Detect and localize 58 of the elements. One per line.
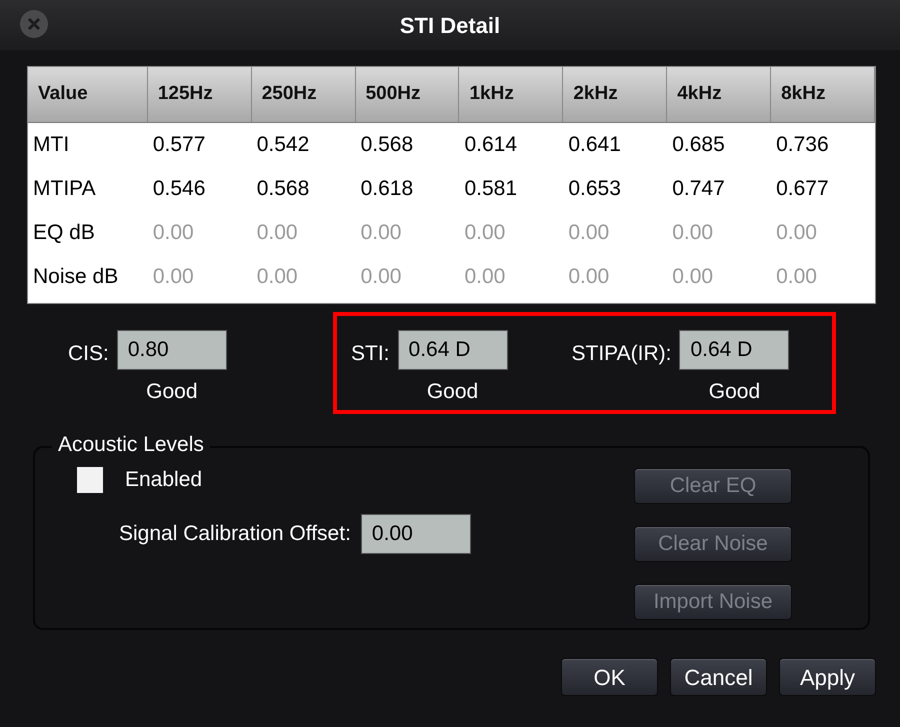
table-cell-text: 0.00 xyxy=(567,264,610,290)
column-header: 125Hz xyxy=(148,67,252,122)
dialog-button[interactable]: Cancel xyxy=(670,658,767,696)
table-cell-text: 0.00 xyxy=(775,264,818,290)
column-header: 1kHz xyxy=(459,67,564,122)
table-cell-text: 0.00 xyxy=(463,220,506,246)
table-cell-text: 0.00 xyxy=(671,220,714,246)
metric-label: STIPA(IR): xyxy=(572,341,672,367)
table-cell-text: 0.614 xyxy=(463,132,518,158)
metric-field[interactable]: 0.80 xyxy=(116,330,227,370)
rating-text: Good xyxy=(426,379,478,405)
rating-text: Good xyxy=(708,379,760,405)
row-label: Noise dB xyxy=(32,264,120,290)
table-cell-text: 0.685 xyxy=(671,132,726,158)
metric-label: CIS: xyxy=(68,341,109,367)
table-cell-text: 0.00 xyxy=(463,264,506,290)
close-icon[interactable] xyxy=(20,10,48,38)
table-cell-text: 0.00 xyxy=(360,264,402,290)
column-header: Value xyxy=(28,67,148,122)
table-cell-text: 0.618 xyxy=(360,176,414,202)
table-cell-text: 0.568 xyxy=(360,132,414,158)
table-cell-text: 0.677 xyxy=(775,176,830,202)
checkbox[interactable] xyxy=(77,466,103,493)
table-cell-text: 0.653 xyxy=(567,176,622,202)
row-label: MTIPA xyxy=(32,176,97,202)
table-cell-text: 0.00 xyxy=(256,220,299,246)
metric-label: STI: xyxy=(351,341,390,367)
table-cell-text: 0.00 xyxy=(567,220,610,246)
row-label: EQ dB xyxy=(32,220,96,246)
window-title: STI Detail xyxy=(400,12,500,40)
table-cell-text: 0.747 xyxy=(671,176,726,202)
table-cell-text: 0.00 xyxy=(775,220,818,246)
rating-text: Good xyxy=(146,379,198,405)
table-cell-text: 0.00 xyxy=(152,264,195,290)
table-cell-text: 0.00 xyxy=(671,264,714,290)
table-cell-text: 0.581 xyxy=(463,176,518,202)
metric-field[interactable]: 0.64 D xyxy=(679,330,790,370)
table-cell-text: 0.546 xyxy=(152,176,206,202)
table-cell-text: 0.542 xyxy=(256,132,310,158)
dialog-button[interactable]: OK xyxy=(561,658,658,696)
table-cell-text: 0.641 xyxy=(567,132,622,158)
column-header: 250Hz xyxy=(252,67,356,122)
dialog-button[interactable]: Apply xyxy=(779,658,876,696)
table-cell-text: 0.00 xyxy=(152,220,195,246)
column-header: 500Hz xyxy=(356,67,460,122)
offset-label: Signal Calibration Offset: xyxy=(119,520,351,547)
table-cell-text: 0.736 xyxy=(775,132,830,158)
metric-field[interactable]: 0.64 D xyxy=(398,330,508,370)
column-header: 8kHz xyxy=(771,67,875,122)
checkbox-label: Enabled xyxy=(125,467,202,493)
column-header: 2kHz xyxy=(563,67,668,122)
table-cell-text: 0.00 xyxy=(360,220,402,246)
table-cell-text: 0.00 xyxy=(256,264,299,290)
offset-field[interactable]: 0.00 xyxy=(360,514,471,554)
row-label: MTI xyxy=(32,132,70,158)
table-cell-text: 0.568 xyxy=(256,176,310,202)
column-header: 4kHz xyxy=(667,67,772,122)
table-cell-text: 0.577 xyxy=(152,132,206,158)
